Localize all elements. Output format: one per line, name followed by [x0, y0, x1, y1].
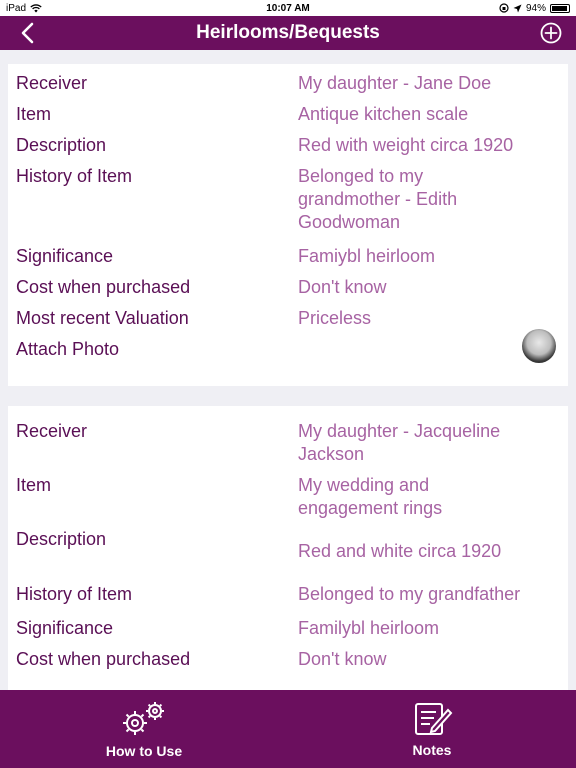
item-value: My wedding and engagement rings	[298, 475, 443, 518]
history-label: History of Item	[16, 166, 133, 186]
gears-icon	[123, 702, 164, 735]
plus-circle-icon[interactable]	[540, 22, 562, 44]
receiver-label: Receiver	[16, 421, 88, 441]
bequest-card[interactable]: Receiver My daughter - Jane Doe Item Ant…	[8, 64, 568, 386]
item-label: Item	[16, 475, 52, 495]
tab-notes[interactable]: Notes	[288, 690, 576, 768]
photo-label: Attach Photo	[16, 339, 120, 359]
bequest-card[interactable]: Receiver My daughter - Jacqueline Jackso…	[8, 406, 568, 690]
cost-value: Don't know	[298, 649, 387, 669]
status-right: 94%	[499, 3, 570, 14]
description-label: Description	[16, 135, 107, 155]
cost-label: Cost when purchased	[16, 277, 191, 297]
battery-percent: 94%	[525, 2, 546, 14]
receiver-value: My daughter - Jacqueline Jackson	[298, 421, 501, 464]
rotation-lock-icon	[499, 3, 509, 13]
item-value: Antique kitchen scale	[298, 104, 469, 124]
description-value: Red and white circa 1920	[298, 541, 502, 561]
cost-value: Don't know	[298, 277, 387, 297]
significance-label: Significance	[16, 618, 114, 638]
receiver-value: My daughter - Jane Doe	[298, 73, 492, 93]
tab-how-to-use-label: How to Use	[105, 743, 183, 759]
history-label: History of Item	[16, 584, 133, 604]
nav-bar: Heirlooms/Bequests	[0, 16, 576, 50]
tab-bar: How to Use Notes	[0, 690, 576, 768]
bequest-list: Receiver My daughter - Jane Doe Item Ant…	[0, 50, 576, 690]
notes-icon	[415, 703, 453, 735]
photo-thumbnail[interactable]	[522, 329, 556, 363]
history-value: Belonged to my grandmother - Edith Goodw…	[298, 166, 458, 232]
tab-notes-label: Notes	[412, 742, 452, 758]
item-label: Item	[16, 104, 52, 124]
significance-value: Familybl heirloom	[298, 618, 440, 638]
significance-label: Significance	[16, 246, 114, 266]
description-value: Red with weight circa 1920	[298, 135, 514, 155]
status-bar: iPad 10:07 AM 94%	[0, 0, 576, 16]
page-title: Heirlooms/Bequests	[196, 22, 380, 43]
tab-how-to-use[interactable]: How to Use	[0, 690, 288, 768]
valuation-value: Priceless	[298, 308, 372, 328]
chevron-left-icon[interactable]	[16, 20, 40, 46]
history-value: Belonged to my grandfather	[298, 584, 521, 604]
status-time: 10:07 AM	[266, 2, 310, 14]
location-icon	[513, 4, 522, 12]
valuation-label: Most recent Valuation	[16, 308, 189, 328]
significance-value: Famiybl heirloom	[298, 246, 436, 266]
battery-icon	[550, 3, 570, 13]
description-label: Description	[16, 529, 107, 549]
receiver-label: Receiver	[16, 73, 88, 93]
cost-label: Cost when purchased	[16, 649, 191, 669]
